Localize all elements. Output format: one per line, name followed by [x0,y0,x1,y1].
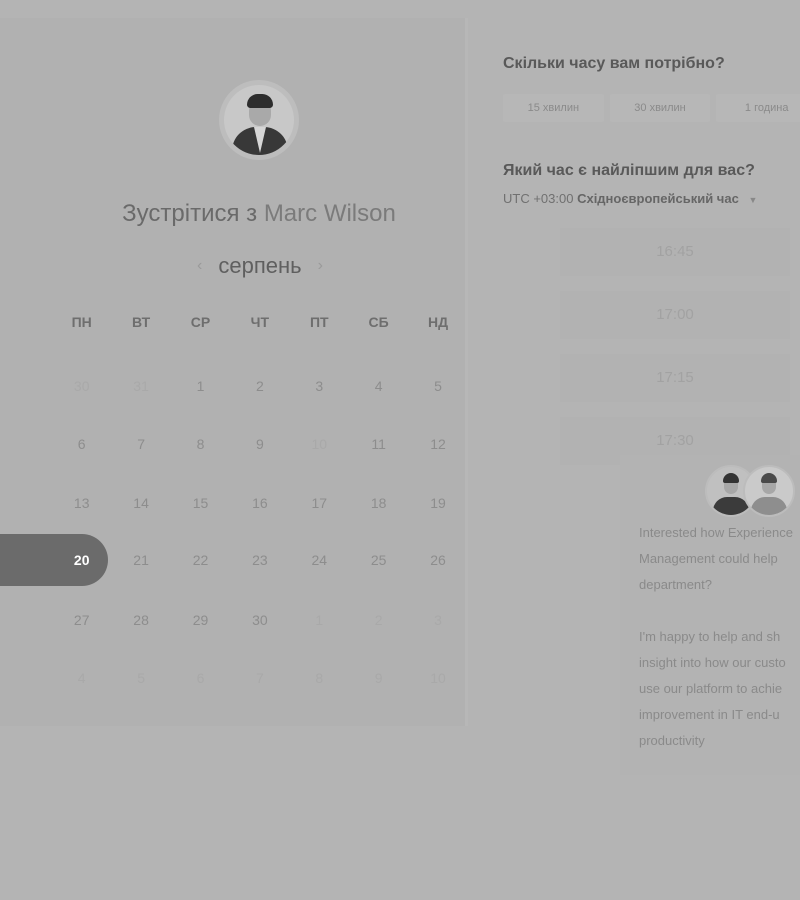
time-slot[interactable]: 17:00 [560,291,790,339]
calendar-day[interactable]: 30 [230,600,289,640]
calendar-day[interactable]: 16 [230,483,289,523]
month-label: серпень [218,253,302,278]
chevron-left-icon[interactable]: ‹ [197,257,202,275]
chevron-right-icon[interactable]: › [318,257,323,275]
calendar-day[interactable]: 5 [408,366,467,406]
duration-options: 15 хвилин 30 хвилин 1 година [503,94,800,124]
timezone-offset: UTC +03:00 [503,191,574,206]
calendar-day[interactable]: 18 [349,483,408,523]
calendar-day[interactable]: 25 [349,540,408,580]
calendar-day: 7 [255,670,264,686]
timezone-selector[interactable]: UTC +03:00 Східноєвропейський час ▼ [503,191,757,206]
calendar-day[interactable]: 4 [349,366,408,406]
calendar-day: 30 [73,378,90,394]
info-line: insight into how our custo [639,655,786,670]
time-question: Який час є найліпшим для вас? [503,162,755,179]
info-line: productivity [639,733,705,748]
timezone-name: Східноєвропейський час [577,191,739,206]
host-name: Marc Wilson [263,200,396,227]
calendar-day: 3 [434,612,442,628]
week-row: 4 5 6 7 8 9 10 [52,658,468,698]
time-slot-list: 16:45 17:00 17:15 17:30 [560,228,790,480]
weekday-label: ЧТ [250,314,270,330]
calendar-day[interactable]: 24 [290,540,349,580]
calendar-day[interactable]: 8 [171,424,230,464]
info-paragraph: I'm happy to help and sh insight into ho… [639,624,800,754]
calendar-day[interactable]: 17 [290,483,349,523]
calendar-day[interactable]: 19 [408,483,467,523]
calendar-day[interactable]: 3 [290,366,349,406]
avatar-photo [224,85,294,155]
duration-option[interactable]: 1 година [716,94,800,122]
weekday-label: НД [427,314,449,330]
calendar-day[interactable]: 13 [52,483,111,523]
calendar-day: 31 [133,378,149,394]
info-line: Management could help [639,551,778,566]
weekday-label: ВТ [132,314,151,330]
week-row: 27 28 29 30 1 2 3 [52,600,468,640]
title-prefix: Зустрітися з [122,200,258,227]
info-text: Interested how Experience Management cou… [639,520,800,780]
calendar-day: 5 [137,670,145,686]
month-navigation: ‹ серпень › [180,252,340,280]
calendar-day[interactable]: 7 [111,424,170,464]
calendar-day[interactable]: 12 [408,424,467,464]
calendar-day[interactable]: 2 [230,366,289,406]
info-paragraph: Interested how Experience Management cou… [639,520,800,598]
team-avatars [705,463,795,519]
calendar-day[interactable]: 15 [171,483,230,523]
calendar-day-selected[interactable]: 20 [52,540,111,580]
calendar-day: 4 [77,670,86,686]
week-row: 20 21 22 23 24 25 26 [52,540,468,580]
info-line: Interested how Experience [639,525,793,540]
calendar-day[interactable]: 23 [230,540,289,580]
duration-question: Скільки часу вам потрібно? [503,55,725,72]
time-slot[interactable]: 17:15 [560,354,790,402]
calendar-day: 1 [315,612,324,628]
calendar-day[interactable]: 1 [171,366,230,406]
duration-option[interactable]: 30 хвилин [609,94,711,122]
calendar-day[interactable]: 9 [230,424,289,464]
avatar [743,465,795,517]
calendar-day[interactable]: 26 [408,540,467,580]
calendar-day[interactable]: 28 [111,600,170,640]
weekday-label: ПТ [309,314,329,330]
host-avatar [219,80,299,160]
calendar-day: 6 [196,670,205,686]
calendar-day[interactable]: 21 [111,540,170,580]
calendar-day: 9 [374,670,383,686]
calendar-day: 10 [311,436,328,452]
info-line: department? [639,577,712,592]
calendar-day: 2 [374,612,383,628]
calendar-day[interactable]: 27 [52,600,111,640]
week-row: 30 31 1 2 3 4 5 [52,366,468,406]
info-line: I'm happy to help and sh [639,629,781,644]
weekday-header: ПН ВТ СР ЧТ ПТ СБ НД [52,314,468,330]
duration-option[interactable]: 15 хвилин [503,94,604,122]
calendar-day: 8 [315,670,324,686]
info-line: use our platform to achie [639,681,783,696]
week-row: 13 14 15 16 17 18 19 [52,483,468,523]
calendar-day[interactable]: 22 [171,540,230,580]
weekday-label: ПН [71,314,92,330]
calendar-day[interactable]: 11 [349,424,408,464]
calendar-day[interactable]: 29 [171,600,230,640]
calendar-day: 10 [430,670,446,686]
calendar-day[interactable]: 14 [111,483,170,523]
weekday-label: СР [190,314,211,330]
info-line: improvement in IT end-u [639,707,780,722]
calendar-day[interactable]: 6 [52,424,111,464]
time-slot[interactable]: 16:45 [560,228,790,276]
top-fragment: ◦ [338,0,342,3]
week-row: 6 7 8 9 10 11 12 [52,424,468,464]
weekday-label: СБ [368,314,389,330]
caret-down-icon[interactable]: ▼ [748,195,757,205]
meeting-title: Зустрітися з Marc Wilson [0,200,518,228]
